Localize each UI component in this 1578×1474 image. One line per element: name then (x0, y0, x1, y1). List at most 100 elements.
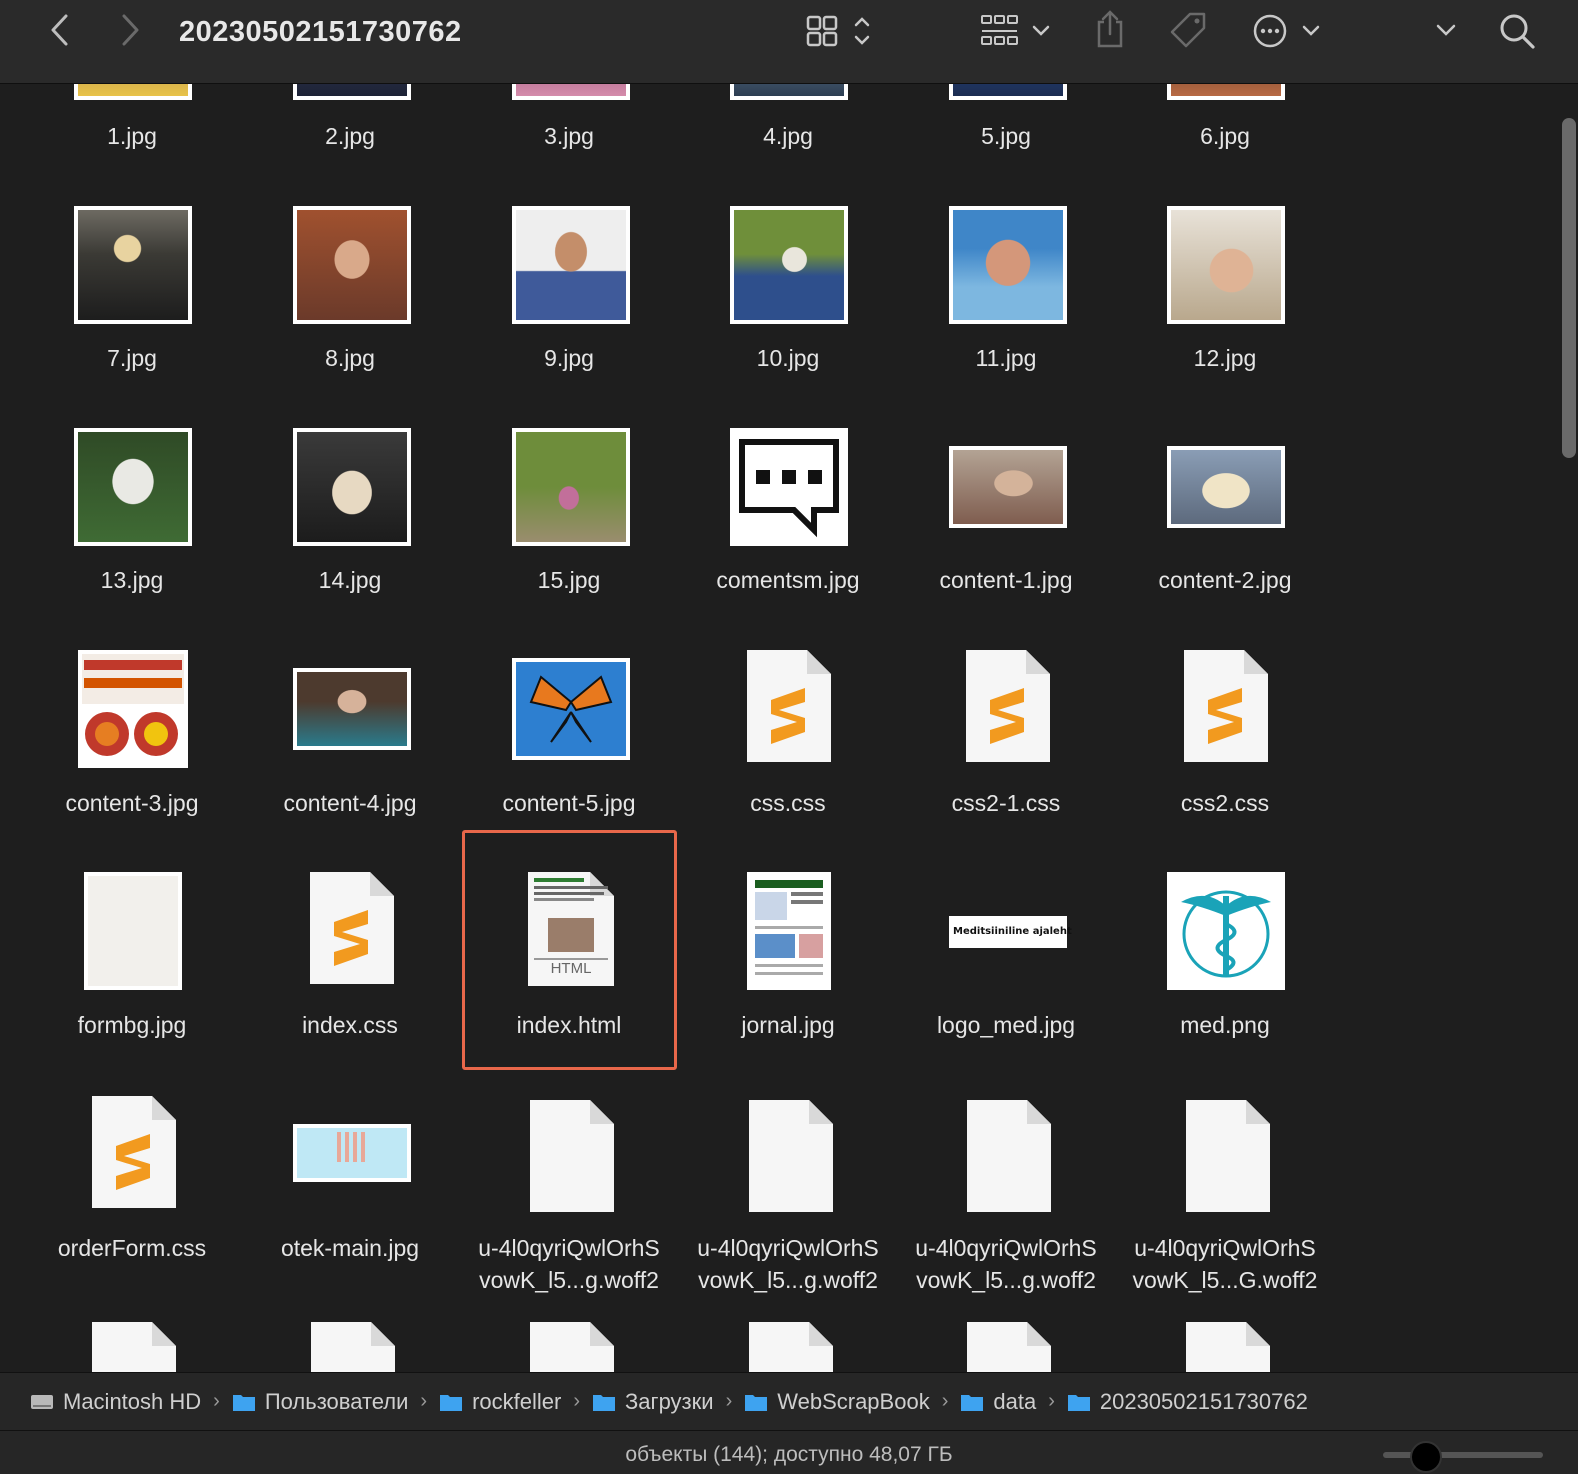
thumbnail-14[interactable] (293, 428, 411, 546)
file-name[interactable]: formbg.jpg (22, 1009, 242, 1041)
html-file-icon[interactable]: HTML (526, 870, 614, 986)
thumbnail-comentsm[interactable] (730, 428, 848, 546)
path-item-current[interactable]: 20230502151730762 (1067, 1389, 1308, 1415)
file-name[interactable]: 5.jpg (896, 120, 1116, 152)
file-icon[interactable] (1184, 1320, 1272, 1372)
file-name[interactable]: 14.jpg (240, 564, 460, 596)
path-item-downloads[interactable]: Загрузки (592, 1389, 714, 1415)
thumbnail-content-3[interactable] (78, 650, 188, 768)
font-file-icon[interactable] (1184, 1098, 1272, 1214)
file-name[interactable]: index.css (240, 1009, 460, 1041)
file-name[interactable]: 13.jpg (22, 564, 242, 596)
back-icon[interactable] (40, 10, 80, 50)
thumbnail[interactable] (1167, 84, 1285, 100)
search-icon[interactable] (1494, 8, 1540, 54)
file-name[interactable]: 6.jpg (1115, 120, 1335, 152)
file-name[interactable]: comentsm.jpg (678, 564, 898, 596)
file-name[interactable]: css2.css (1115, 787, 1335, 819)
file-name-line2[interactable]: vowK_l5...g.woff2 (896, 1264, 1116, 1296)
css-file-icon[interactable] (1182, 648, 1270, 764)
thumbnail-content-4[interactable] (293, 668, 411, 750)
thumbnail[interactable] (512, 84, 630, 100)
thumbnail-logo-med[interactable]: Meditsiiniline ajaleht (949, 916, 1072, 948)
path-item-data[interactable]: data (960, 1389, 1036, 1415)
thumbnail-content-1[interactable] (949, 446, 1067, 528)
thumbnail-otek-main[interactable] (293, 1124, 411, 1182)
thumbnail-15[interactable] (512, 428, 630, 546)
thumbnail-formbg[interactable] (84, 872, 182, 990)
file-name[interactable]: 12.jpg (1115, 342, 1335, 374)
thumbnail-content-2[interactable] (1167, 446, 1285, 528)
path-item-users[interactable]: Пользователи (232, 1389, 408, 1415)
share-icon[interactable] (1088, 6, 1132, 52)
file-name[interactable]: logo_med.jpg (896, 1009, 1116, 1041)
file-name[interactable]: 7.jpg (22, 342, 242, 374)
file-name-line2[interactable]: vowK_l5...G.woff2 (1115, 1264, 1335, 1296)
view-mode-button[interactable] (800, 10, 880, 52)
icon-size-slider[interactable] (1383, 1452, 1543, 1458)
file-name[interactable]: 9.jpg (459, 342, 679, 374)
thumbnail[interactable] (293, 84, 411, 100)
file-name[interactable]: u-4l0qyriQwlOrhS (896, 1232, 1116, 1264)
thumbnail[interactable] (74, 84, 192, 100)
thumbnail-med[interactable] (1167, 872, 1285, 990)
tag-icon[interactable] (1164, 8, 1212, 54)
file-name[interactable]: med.png (1115, 1009, 1335, 1041)
thumbnail-10[interactable] (730, 206, 848, 324)
font-file-icon[interactable] (528, 1098, 616, 1214)
file-name[interactable]: content-5.jpg (459, 787, 679, 819)
thumbnail-13[interactable] (74, 428, 192, 546)
file-name[interactable]: orderForm.css (22, 1232, 242, 1264)
file-name[interactable]: otek-main.jpg (240, 1232, 460, 1264)
file-name[interactable]: index.html (459, 1009, 679, 1041)
file-name[interactable]: 2.jpg (240, 120, 460, 152)
vertical-scrollbar[interactable] (1562, 118, 1576, 458)
file-name[interactable]: u-4l0qyriQwlOrhS (459, 1232, 679, 1264)
css-file-icon[interactable] (308, 870, 396, 986)
file-name[interactable]: content-1.jpg (896, 564, 1116, 596)
file-icon[interactable] (90, 1320, 178, 1372)
group-button[interactable] (975, 10, 1055, 52)
icon-size-slider-knob[interactable] (1410, 1441, 1442, 1473)
path-item-user[interactable]: rockfeller (439, 1389, 561, 1415)
file-name[interactable]: css.css (678, 787, 898, 819)
file-icon[interactable] (965, 1320, 1053, 1372)
thumbnail-8[interactable] (293, 206, 411, 324)
more-button[interactable] (1248, 10, 1328, 52)
thumbnail-content-5[interactable] (512, 658, 630, 760)
file-name[interactable]: u-4l0qyriQwlOrhS (1115, 1232, 1335, 1264)
file-name[interactable]: 11.jpg (896, 342, 1116, 374)
thumbnail[interactable] (949, 84, 1067, 100)
file-name-line2[interactable]: vowK_l5...g.woff2 (459, 1264, 679, 1296)
file-name[interactable]: 15.jpg (459, 564, 679, 596)
file-icon[interactable] (309, 1320, 397, 1372)
file-name[interactable]: 3.jpg (459, 120, 679, 152)
file-name[interactable]: 1.jpg (22, 120, 242, 152)
thumbnail-9[interactable] (512, 206, 630, 324)
file-name[interactable]: 10.jpg (678, 342, 898, 374)
thumbnail-12[interactable] (1167, 206, 1285, 324)
thumbnail-jornal[interactable] (747, 872, 831, 990)
file-name[interactable]: 8.jpg (240, 342, 460, 374)
file-icon[interactable] (528, 1320, 616, 1372)
file-name[interactable]: content-3.jpg (22, 787, 242, 819)
path-item-disk[interactable]: Macintosh HD (30, 1389, 201, 1415)
css-file-icon[interactable] (964, 648, 1052, 764)
file-name[interactable]: u-4l0qyriQwlOrhS (678, 1232, 898, 1264)
thumbnail-7[interactable] (74, 206, 192, 324)
font-file-icon[interactable] (747, 1098, 835, 1214)
file-name[interactable]: 4.jpg (678, 120, 898, 152)
file-name[interactable]: css2-1.css (896, 787, 1116, 819)
thumbnail-11[interactable] (949, 206, 1067, 324)
thumbnail[interactable] (730, 84, 848, 100)
file-name[interactable]: content-2.jpg (1115, 564, 1335, 596)
font-file-icon[interactable] (965, 1098, 1053, 1214)
chevron-down-icon[interactable] (1428, 12, 1464, 48)
css-file-icon[interactable] (745, 648, 833, 764)
file-name[interactable]: content-4.jpg (240, 787, 460, 819)
file-name-line2[interactable]: vowK_l5...g.woff2 (678, 1264, 898, 1296)
css-file-icon[interactable] (90, 1094, 178, 1210)
file-icon[interactable] (747, 1320, 835, 1372)
forward-icon[interactable] (110, 10, 150, 50)
path-item-webscrapbook[interactable]: WebScrapBook (744, 1389, 930, 1415)
